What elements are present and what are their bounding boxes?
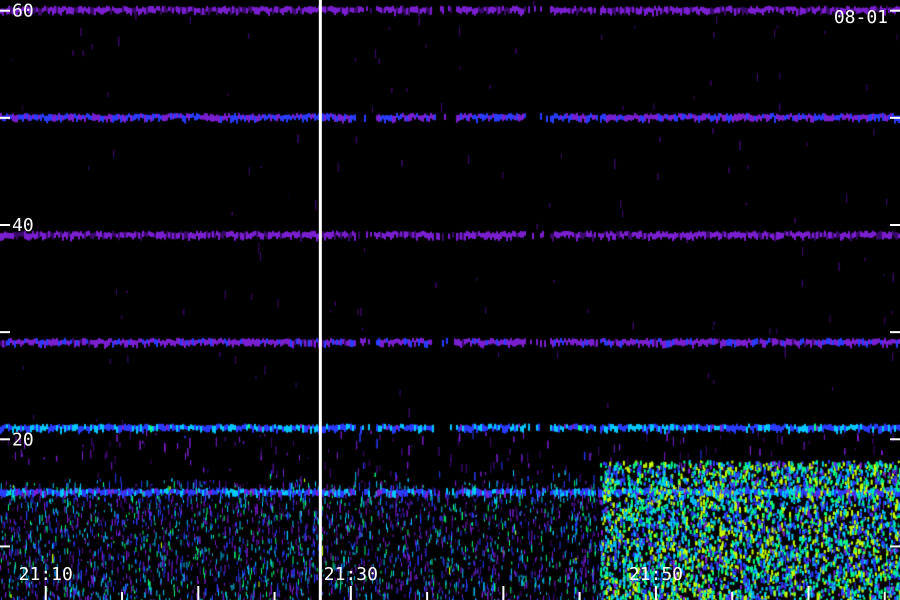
y-axis-ticks-left [0, 9, 10, 548]
y-axis-labels: 20 40 60 [12, 1, 34, 451]
y-tick-label: 20 [12, 429, 34, 450]
date-label: 08-01 [834, 7, 888, 28]
x-tick-label: 21:30 [324, 564, 378, 585]
y-axis-ticks-right [890, 9, 900, 548]
y-tick-label: 60 [12, 1, 34, 22]
y-tick-label: 40 [12, 215, 34, 236]
x-axis-ticks [44, 586, 886, 600]
x-tick-label: 21:10 [19, 564, 73, 585]
x-axis-labels: 21:10 21:30 21:50 [19, 564, 683, 585]
x-tick-label: 21:50 [629, 564, 683, 585]
chart-overlay: 20 40 60 21:10 21:30 21:50 08-01 [0, 0, 900, 600]
